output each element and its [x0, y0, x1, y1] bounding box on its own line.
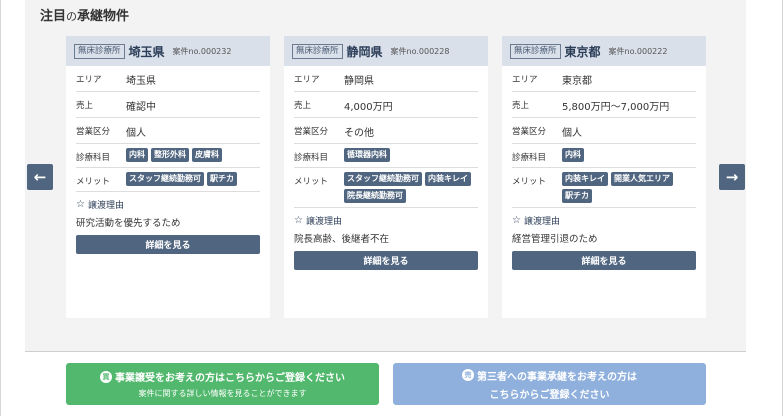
sales-row: 売上 4,000万円 — [294, 92, 478, 118]
listing-card: 無床診療所 埼玉県 案件no.000232 エリア 埼玉県 売上 確認中 営業区分個… — [66, 36, 270, 318]
card-header: 無床診療所 埼玉県 案件no.000232 — [66, 36, 270, 66]
area-row: エリア 埼玉県 — [76, 66, 260, 92]
register-seller-button[interactable]: 売第三者への事業承継をお考えの方は こちらからご登録ください — [393, 363, 706, 405]
depts-tag: 皮膚科 — [192, 148, 222, 162]
listing-card: 無床診療所 東京都 案件no.000222 エリア 東京都 売上 5,800万円〜7… — [502, 36, 706, 318]
merits-tag: 駅チカ — [207, 172, 237, 186]
card-prefecture: 埼玉県 — [128, 44, 165, 59]
depts-tag: 内科 — [126, 148, 148, 162]
card-prefecture: 静岡県 — [346, 44, 383, 59]
register-seller-line1: 第三者への事業承継をお考えの方は — [477, 371, 637, 383]
register-seller-line2: こちらからご登録ください — [489, 389, 610, 401]
sell-icon: 売 — [462, 369, 474, 381]
dept-row: 診療科目 循環器内科 — [294, 144, 478, 168]
card-header: 無床診療所 静岡県 案件no.000228 — [284, 36, 488, 66]
facility-type-badge: 無床診療所 — [74, 43, 125, 59]
merits-tag: スタッフ継続勤務可 — [126, 172, 204, 186]
star-icon: ☆ — [76, 199, 85, 210]
merits-tag: 内装キレイ — [562, 172, 608, 186]
facility-type-badge: 無床診療所 — [510, 43, 561, 59]
merit-row: メリット スタッフ継続勤務可 駅チカ — [76, 168, 260, 192]
frame-left-border — [0, 0, 1, 416]
merit-row: メリット 内装キレイ 開業人気エリア 駅チカ — [512, 168, 696, 208]
case-number: 案件no.000228 — [390, 46, 450, 56]
merit-row: メリット スタッフ継続勤務可 内装キレイ 院長継続勤務可 — [294, 168, 478, 208]
reason-heading: ☆ 譲渡理由 — [294, 215, 342, 227]
merits-tag: スタッフ継続勤務可 — [344, 172, 422, 186]
register-buyer-button[interactable]: 買事業譲受をお考えの方はこちらからご登録ください 案件に関する詳しい情報を見るこ… — [66, 363, 379, 405]
register-buyer-line1: 事業譲受をお考えの方はこちらからご登録ください — [115, 373, 345, 384]
depts-tag: 整形外科 — [151, 148, 189, 162]
arrow-left-icon: ← — [33, 168, 47, 186]
type-row: 営業区分 その他 — [294, 118, 478, 144]
transfer-reason: 院長高齢、後継者不在 — [294, 234, 390, 245]
area-row: エリア 東京都 — [512, 66, 696, 92]
sales-row: 売上 確認中 — [76, 92, 260, 118]
merits-tag: 院長継続勤務可 — [344, 189, 406, 203]
card-prefecture: 東京都 — [564, 44, 601, 59]
type-row: 営業区分 個人 — [76, 118, 260, 144]
depts-tag: 循環器内科 — [344, 148, 390, 162]
card-header: 無床診療所 東京都 案件no.000222 — [502, 36, 706, 66]
depts-tag: 内科 — [562, 148, 584, 162]
facility-type-badge: 無床診療所 — [292, 43, 343, 59]
case-number: 案件no.000222 — [608, 46, 668, 56]
merits-tag: 駅チカ — [562, 189, 592, 203]
sales-row: 売上 5,800万円〜7,000万円 — [512, 92, 696, 118]
prev-arrow-button[interactable]: ← — [27, 164, 53, 190]
listing-card: 無床診療所 静岡県 案件no.000228 エリア 静岡県 売上 4,000万円 営… — [284, 36, 488, 318]
dept-row: 診療科目 内科 — [512, 144, 696, 168]
section-title: 注目の承継物件 — [40, 9, 130, 24]
area-row: エリア 静岡県 — [294, 66, 478, 92]
view-details-button[interactable]: 詳細を見る — [512, 251, 696, 270]
view-details-button[interactable]: 詳細を見る — [294, 251, 478, 270]
type-row: 営業区分 個人 — [512, 118, 696, 144]
star-icon: ☆ — [294, 215, 303, 226]
reason-heading: ☆ 譲渡理由 — [76, 199, 124, 211]
next-arrow-button[interactable]: → — [719, 164, 745, 190]
transfer-reason: 経営管理引退のため — [512, 234, 598, 245]
case-number: 案件no.000232 — [172, 46, 232, 56]
arrow-right-icon: → — [725, 168, 739, 186]
dept-row: 診療科目 内科 整形外科 皮膚科 — [76, 144, 260, 168]
transfer-reason: 研究活動を優先するため — [76, 218, 181, 229]
merits-tag: 開業人気エリア — [611, 172, 673, 186]
reason-heading: ☆ 譲渡理由 — [512, 215, 560, 227]
buy-icon: 買 — [100, 370, 112, 383]
star-icon: ☆ — [512, 215, 521, 226]
register-buyer-line2: 案件に関する詳しい情報を見ることができます — [138, 389, 307, 398]
view-details-button[interactable]: 詳細を見る — [76, 235, 260, 254]
merits-tag: 内装キレイ — [425, 172, 471, 186]
